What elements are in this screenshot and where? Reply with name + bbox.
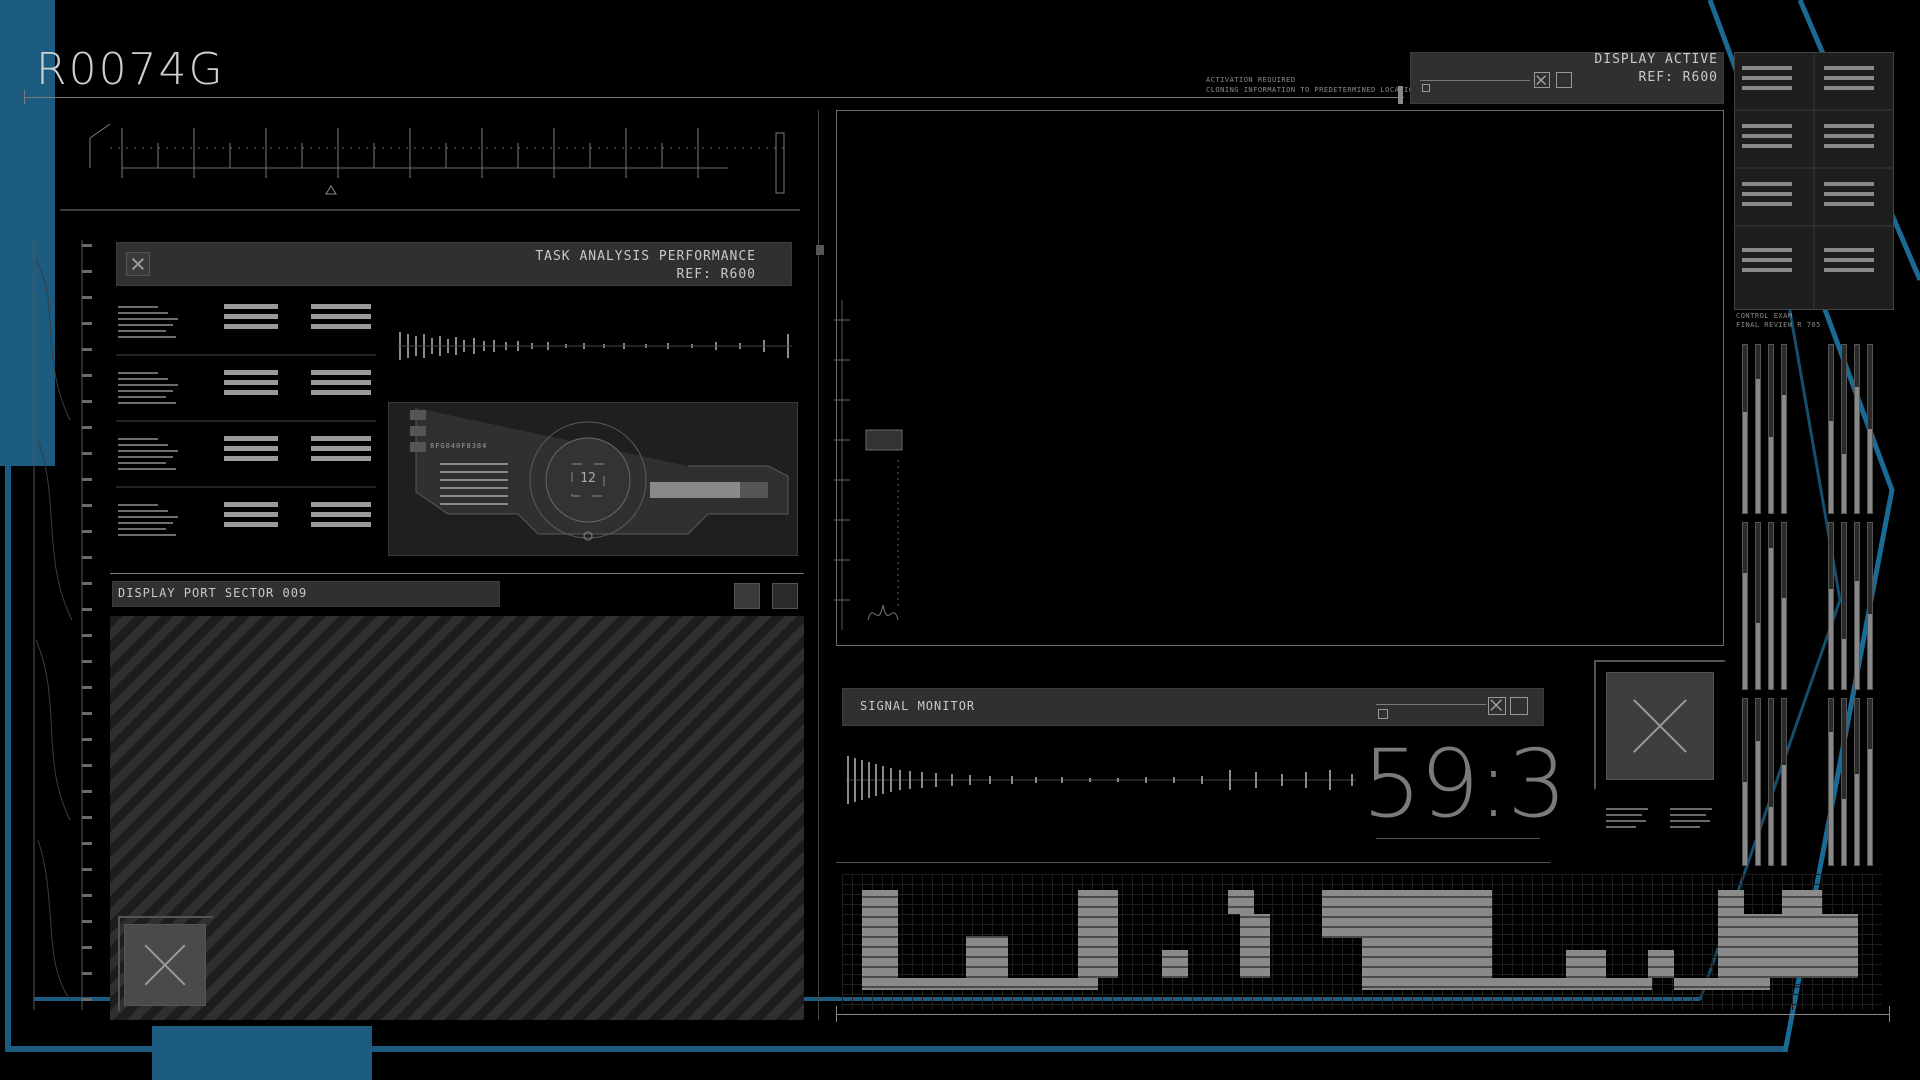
left-blue-frame-line	[5, 466, 11, 1052]
signal-square-button[interactable]	[1510, 697, 1528, 715]
vmeter	[1742, 698, 1748, 866]
vmeter	[1768, 698, 1774, 866]
display-port-title: DISPLAY PORT SECTOR 009	[118, 586, 308, 600]
vmeter	[1742, 344, 1748, 514]
vmeter	[1854, 522, 1860, 690]
signal-readout-underline	[1376, 838, 1540, 839]
right-status-grid	[1734, 52, 1894, 310]
vmeter	[1755, 522, 1761, 690]
notice-line-1: ACTIVATION REQUIRED	[1206, 76, 1296, 84]
signal-close-button[interactable]	[1488, 697, 1506, 715]
display-active-close-button[interactable]	[1534, 72, 1550, 88]
task-panel-title: TASK ANALYSIS PERFORMANCE	[535, 249, 756, 264]
vmeter	[1742, 522, 1748, 690]
notice-line-2: CLONING INFORMATION TO PREDETERMINED LOC…	[1206, 86, 1419, 94]
display-port-close-button[interactable]	[124, 924, 206, 1006]
display-active-title: DISPLAY ACTIVE	[1594, 52, 1718, 67]
vmeter	[1854, 344, 1860, 514]
bottom-data-bars	[862, 890, 1858, 990]
bottom-grid-top-rule	[836, 862, 1550, 863]
main-display-frame	[836, 110, 1724, 646]
display-active-square-button[interactable]	[1556, 72, 1572, 88]
vmeter	[1841, 698, 1847, 866]
display-port-button-a[interactable]	[734, 583, 760, 609]
vmeter	[1828, 698, 1834, 866]
vmeter	[1781, 698, 1787, 866]
display-port-screen	[110, 616, 804, 1020]
header-rule-tick	[24, 90, 25, 104]
vmeter	[1841, 344, 1847, 514]
vmeter	[1781, 522, 1787, 690]
vmeter	[1768, 344, 1774, 514]
chip-label: 8FG040F8384	[430, 442, 488, 450]
close-icon	[1490, 699, 1502, 711]
signal-slider-track[interactable]	[1376, 704, 1486, 705]
vmeter	[1755, 698, 1761, 866]
bottom-rule	[836, 1014, 1890, 1015]
right-small-text	[1606, 808, 1712, 828]
dial-value: 12	[580, 471, 596, 486]
vmeter	[1768, 522, 1774, 690]
close-icon	[1536, 75, 1546, 85]
bottom-rule-tick-left	[836, 1006, 837, 1022]
signal-slider-handle[interactable]	[1378, 709, 1388, 719]
big-close-button[interactable]	[1606, 672, 1714, 780]
notice-marker	[1398, 86, 1403, 104]
vmeter	[1828, 522, 1834, 690]
header-code: R0074G	[36, 44, 225, 95]
main-display-left-scale	[834, 300, 903, 630]
vmeter	[1867, 698, 1873, 866]
display-active-slider-handle[interactable]	[1422, 84, 1430, 92]
vmeter	[1781, 344, 1787, 514]
task-panel-close-button[interactable]	[126, 252, 150, 276]
top-ruler	[60, 123, 800, 211]
bottom-blue-tab	[152, 1026, 372, 1080]
vmeter	[1854, 698, 1860, 866]
header-rule	[24, 97, 1404, 98]
vmeter	[1841, 522, 1847, 690]
center-divider-block	[816, 245, 824, 255]
signal-readout: 59:3	[1362, 730, 1567, 839]
signal-waveform	[846, 756, 1356, 804]
bottom-rule-tick-right	[1889, 1006, 1890, 1022]
vmeter	[1828, 344, 1834, 514]
display-active-slider-track[interactable]	[1420, 80, 1530, 81]
task-data-blocks	[116, 304, 376, 536]
left-tick-column	[33, 240, 92, 1010]
signal-monitor-title: SIGNAL MONITOR	[860, 699, 976, 713]
display-active-ref: REF: R600	[1638, 70, 1718, 85]
ruler-marker-icon	[325, 185, 337, 195]
vmeter	[1867, 344, 1873, 514]
control-exam-line-2: FINAL REVIEW R 705	[1736, 321, 1821, 329]
task-waveform	[398, 332, 792, 360]
control-exam-line-1: CONTROL EXAM	[1736, 312, 1793, 320]
display-port-top-rule	[110, 573, 804, 574]
task-panel-ref: REF: R600	[676, 267, 756, 282]
vmeter	[1867, 522, 1873, 690]
display-port-button-b[interactable]	[772, 583, 798, 609]
vmeter	[1755, 344, 1761, 514]
